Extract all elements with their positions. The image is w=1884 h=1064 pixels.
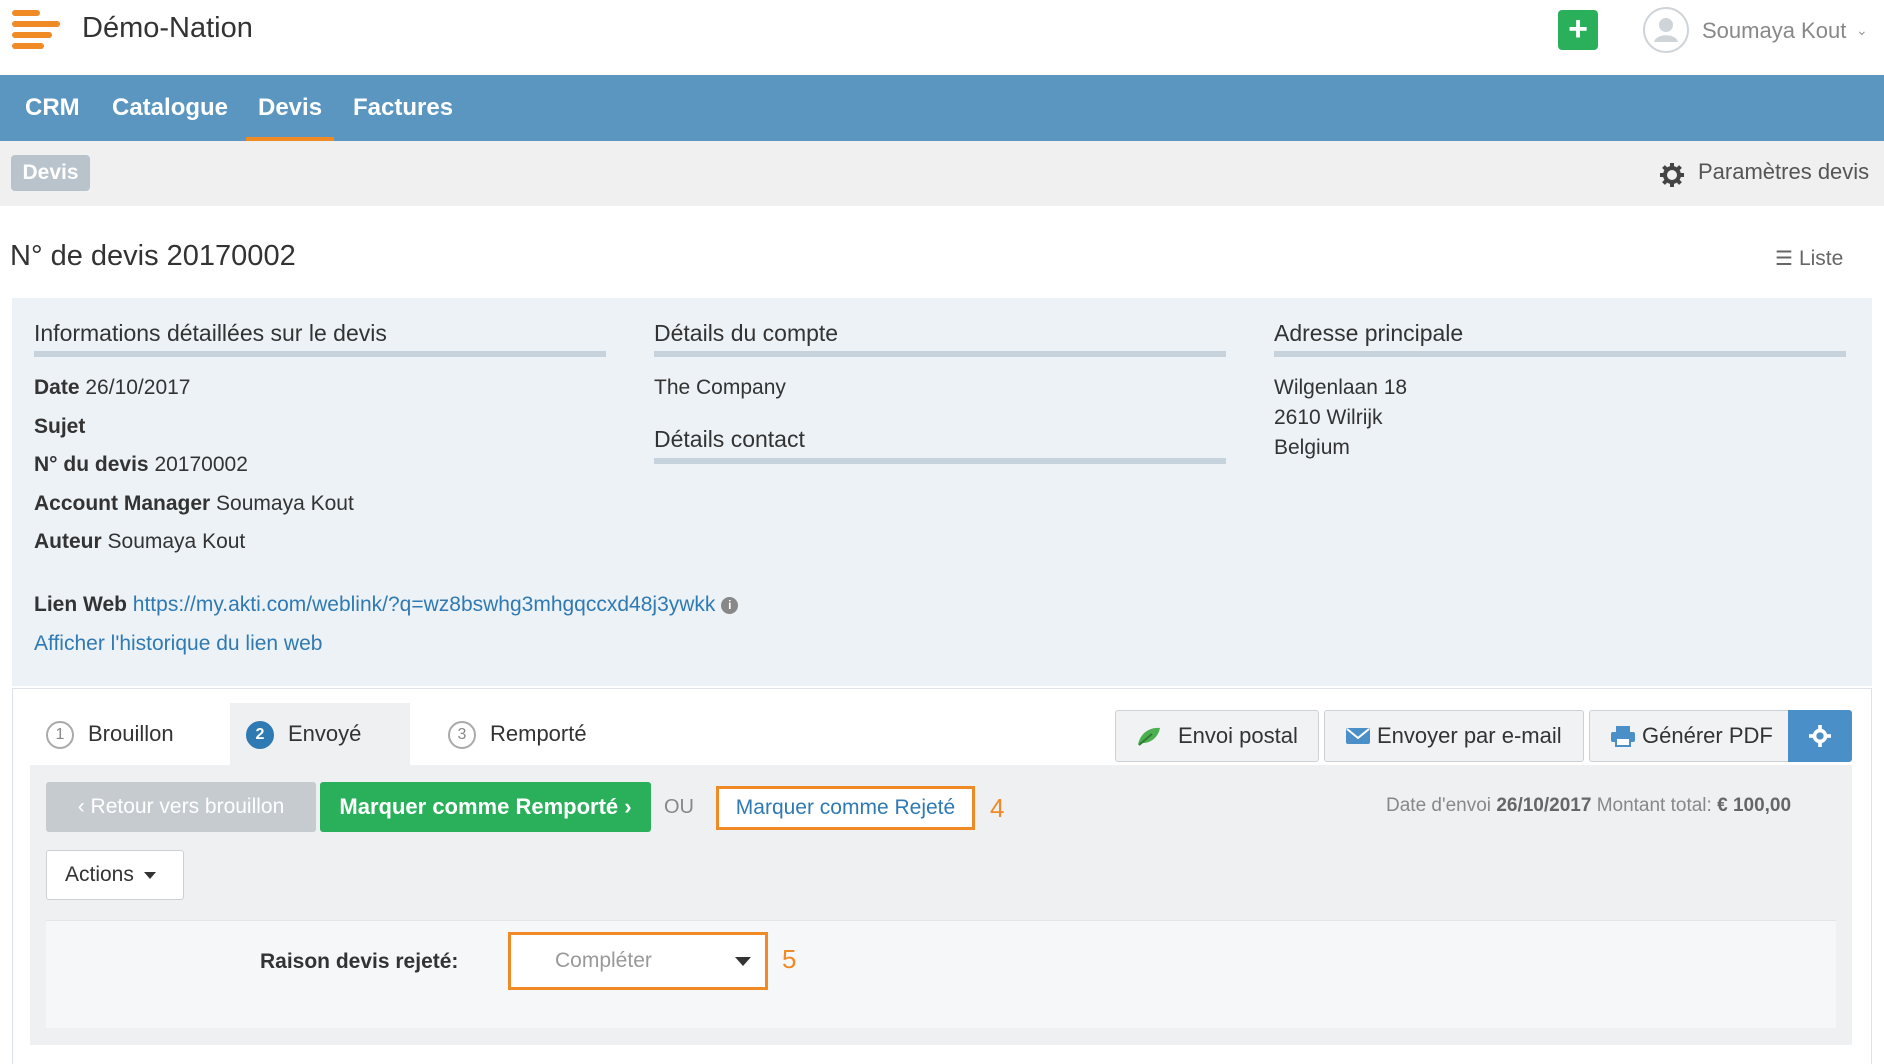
quote-number-label: N° du devis — [34, 453, 149, 476]
total-value: € 100,00 — [1717, 795, 1792, 816]
weblink-history-link[interactable]: Afficher l'historique du lien web — [34, 632, 322, 656]
author-field: Auteur Soumaya Kout — [34, 530, 245, 554]
quote-number-field: N° du devis 20170002 — [34, 453, 248, 477]
generate-pdf-label: Générer PDF — [1642, 723, 1773, 748]
postal-send-button[interactable]: Envoi postal — [1115, 710, 1319, 762]
main-nav: CRM Catalogue Devis Factures — [0, 75, 1884, 141]
list-link-label: Liste — [1798, 247, 1844, 270]
reject-reason-panel — [46, 920, 1836, 1028]
settings-link[interactable]: Paramètres devis — [1698, 159, 1869, 185]
nav-item-crm[interactable]: CRM — [13, 75, 92, 141]
step-label: Envoyé — [288, 721, 362, 746]
avatar[interactable] — [1643, 7, 1689, 53]
address-line: Wilgenlaan 18 — [1274, 376, 1408, 399]
app-name[interactable]: Démo-Nation — [82, 12, 253, 45]
page-title: N° de devis 20170002 — [10, 240, 296, 272]
annotation-number: 4 — [990, 793, 1005, 823]
company-name[interactable]: The Company — [654, 376, 786, 400]
step-sent[interactable]: 2 Envoyé — [230, 703, 410, 765]
leaf-icon — [1138, 727, 1160, 746]
main-address-heading: Adresse principale — [1274, 320, 1464, 346]
mark-won-button[interactable]: Marquer comme Remporté › — [320, 782, 651, 832]
address-line: Belgium — [1274, 436, 1350, 459]
quote-number-value: 20170002 — [154, 453, 248, 476]
weblink-url[interactable]: https://my.akti.com/weblink/?q=wz8bswhg3… — [133, 593, 716, 616]
step-number: 2 — [246, 721, 274, 750]
address-line: 2610 Wilrijk — [1274, 406, 1383, 429]
step-label: Brouillon — [88, 721, 174, 746]
weblink-field: Lien Web https://my.akti.com/weblink/?q=… — [34, 593, 739, 617]
nav-item-devis[interactable]: Devis — [246, 75, 335, 141]
reject-reason-label: Raison devis rejeté: — [260, 950, 459, 973]
total-label: Montant total: — [1596, 795, 1712, 816]
email-send-label: Envoyer par e-mail — [1377, 723, 1562, 748]
generate-pdf-button[interactable]: Générer PDF — [1589, 710, 1789, 762]
back-to-draft-button[interactable]: ‹ Retour vers brouillon — [46, 782, 316, 832]
author-label: Auteur — [34, 530, 102, 553]
mark-rejected-link[interactable]: Marquer comme Rejeté — [716, 786, 975, 830]
step-won[interactable]: 3 Remporté — [448, 703, 628, 765]
step-draft[interactable]: 1 Brouillon — [46, 703, 196, 765]
list-link[interactable]: ☰ Liste — [1775, 246, 1843, 271]
account-details-heading: Détails du compte — [654, 320, 839, 346]
caret-down-icon — [143, 871, 156, 879]
contact-details-heading: Détails contact — [654, 426, 805, 452]
list-icon: ☰ — [1775, 248, 1793, 270]
actions-label: Actions — [65, 863, 134, 886]
postal-send-label: Envoi postal — [1178, 723, 1298, 748]
send-date-value: 26/10/2017 — [1496, 795, 1592, 816]
options-button[interactable] — [1788, 710, 1852, 762]
caret-down-icon — [735, 957, 751, 966]
quote-details-heading: Informations détaillées sur le devis — [34, 320, 387, 346]
user-icon — [1654, 18, 1678, 42]
step-number: 3 — [448, 721, 476, 750]
manager-label: Account Manager — [34, 492, 211, 515]
nav-item-factures[interactable]: Factures — [341, 75, 465, 141]
chevron-down-icon[interactable]: ⌄ — [1856, 22, 1868, 39]
date-label: Date — [34, 376, 80, 399]
step-number: 1 — [46, 721, 74, 750]
user-name[interactable]: Soumaya Kout — [1702, 18, 1846, 44]
or-separator: OU — [664, 796, 694, 818]
heading-divider — [654, 351, 1226, 357]
step-label: Remporté — [490, 721, 587, 746]
printer-icon — [1611, 726, 1635, 747]
manager-field: Account Manager Soumaya Kout — [34, 492, 354, 516]
manager-value: Soumaya Kout — [216, 492, 354, 515]
nav-item-catalogue[interactable]: Catalogue — [100, 75, 240, 141]
heading-divider — [34, 351, 606, 357]
reject-reason-select[interactable]: Compléter — [508, 932, 768, 990]
info-icon[interactable]: i — [721, 596, 739, 614]
gear-icon — [1809, 725, 1831, 747]
reject-reason-placeholder: Compléter — [555, 949, 652, 972]
actions-dropdown[interactable]: Actions — [46, 850, 184, 900]
heading-divider — [1274, 351, 1846, 357]
sub-header: Devis Paramètres devis — [0, 141, 1884, 206]
date-value: 26/10/2017 — [85, 376, 191, 399]
gear-icon[interactable] — [1660, 163, 1684, 187]
top-header: Démo-Nation + Soumaya Kout ⌄ — [0, 0, 1884, 75]
send-info: Date d'envoi 26/10/2017 Montant total: €… — [1386, 795, 1791, 817]
heading-divider — [654, 458, 1226, 464]
email-send-button[interactable]: Envoyer par e-mail — [1324, 710, 1584, 762]
author-value: Soumaya Kout — [107, 530, 246, 553]
subject-label: Sujet — [34, 415, 86, 438]
subject-field: Sujet — [34, 415, 85, 439]
add-button[interactable]: + — [1558, 10, 1598, 50]
weblink-label: Lien Web — [34, 593, 127, 616]
app-logo-icon[interactable] — [12, 8, 62, 54]
annotation-number: 5 — [782, 944, 797, 974]
breadcrumb[interactable]: Devis — [11, 155, 90, 191]
date-field: Date 26/10/2017 — [34, 376, 190, 400]
envelope-icon — [1346, 728, 1370, 744]
send-date-label: Date d'envoi — [1386, 795, 1492, 816]
